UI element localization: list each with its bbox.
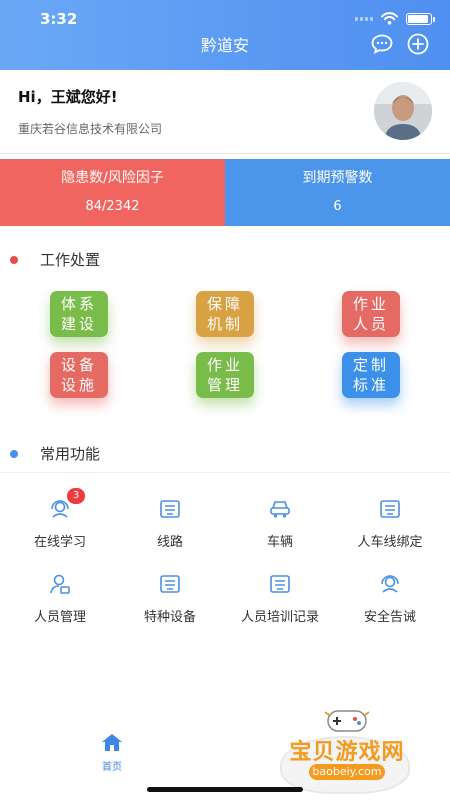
- company-name: 重庆若谷信息技术有限公司: [18, 122, 163, 136]
- battery-icon: [406, 12, 435, 25]
- tile-line: 机制: [206, 315, 243, 333]
- func-label: 安全告诫: [363, 610, 416, 625]
- status-time: 3:32: [40, 10, 78, 28]
- tile-line: 标准: [352, 376, 389, 394]
- plus-circle-icon[interactable]: [406, 32, 430, 56]
- tile-line: 保障: [206, 295, 243, 313]
- func-training-records[interactable]: 人员培训记录: [224, 572, 336, 625]
- user-manage-icon: [50, 574, 70, 594]
- nav-home[interactable]: 首页: [92, 732, 132, 773]
- func-special-equipment[interactable]: 特种设备: [114, 572, 226, 625]
- func-label: 人员管理: [33, 610, 86, 625]
- profile-card: Hi，王斌您好! 重庆若谷信息技术有限公司: [0, 70, 450, 154]
- func-label: 人车线绑定: [357, 535, 423, 550]
- work-section-header: 工作处置: [10, 249, 100, 270]
- stats-bar: 隐患数/风险因子 84/2342 到期预警数 6: [0, 159, 450, 226]
- func-person-vehicle-route-binding[interactable]: 人车线绑定: [334, 497, 446, 550]
- tile-custom-standard[interactable]: 定制 标准: [342, 352, 400, 398]
- watermark-text: 宝贝游戏网: [289, 740, 405, 765]
- avatar[interactable]: [374, 82, 432, 140]
- tile-line: 设施: [60, 376, 97, 394]
- tile-line: 管理: [206, 376, 243, 394]
- tile-equipment-facilities[interactable]: 设备 设施: [50, 352, 108, 398]
- tile-system-building[interactable]: 体系 建设: [50, 291, 108, 337]
- expiry-warning-value: 6: [333, 199, 342, 214]
- greeting-text: Hi，王斌您好!: [18, 88, 118, 106]
- tile-line: 体系: [60, 295, 97, 313]
- home-indicator: [147, 787, 303, 792]
- nav-home-label: 首页: [102, 762, 122, 773]
- func-label: 人员培训记录: [240, 610, 319, 625]
- section-dot: [10, 255, 18, 264]
- section-title: 常用功能: [40, 445, 101, 463]
- expiry-warning-label: 到期预警数: [302, 170, 373, 186]
- hazard-risk-value: 84/2342: [85, 199, 140, 214]
- watermark: 宝贝游戏网 baobeiy.com: [272, 700, 422, 794]
- tile-line: 作业: [352, 295, 389, 313]
- tile-operation-management[interactable]: 作业 管理: [196, 352, 254, 398]
- home-icon: [102, 734, 122, 751]
- chat-bubble-icon[interactable]: [370, 32, 394, 56]
- car-icon: [270, 501, 290, 518]
- safety-warning-icon: [381, 575, 399, 593]
- tile-line: 人员: [352, 315, 389, 333]
- notification-badge: 3: [67, 488, 85, 504]
- hazard-risk-label: 隐患数/风险因子: [61, 170, 164, 186]
- func-personnel-management[interactable]: 人员管理: [4, 572, 116, 625]
- tile-guarantee-mechanism[interactable]: 保障 机制: [196, 291, 254, 337]
- watermark-url: baobeiy.com: [309, 764, 385, 780]
- tile-line: 定制: [352, 356, 389, 374]
- wifi-icon: [381, 12, 398, 25]
- training-record-icon: [270, 575, 290, 593]
- func-route[interactable]: 线路: [114, 497, 226, 550]
- func-label: 线路: [156, 535, 183, 550]
- app-header: 3:32 黔道安: [0, 0, 450, 70]
- tile-operation-personnel[interactable]: 作业 人员: [342, 291, 400, 337]
- binding-icon: [380, 500, 400, 518]
- section-divider: [0, 472, 450, 473]
- special-equipment-icon: [160, 575, 180, 593]
- signal-icon: [355, 16, 373, 21]
- func-label: 在线学习: [33, 535, 86, 550]
- func-safety-warning[interactable]: 安全告诫: [334, 572, 446, 625]
- tile-line: 作业: [206, 356, 243, 374]
- tile-line: 建设: [60, 315, 97, 333]
- func-label: 车辆: [266, 535, 293, 550]
- section-dot: [10, 449, 18, 458]
- func-label: 特种设备: [143, 610, 196, 625]
- section-title: 工作处置: [40, 251, 101, 269]
- gamepad-icon: [324, 710, 370, 732]
- common-section-header: 常用功能: [10, 443, 100, 464]
- hazard-risk-stat[interactable]: 隐患数/风险因子 84/2342: [0, 159, 225, 226]
- expiry-warning-stat[interactable]: 到期预警数 6: [225, 159, 450, 226]
- func-vehicle[interactable]: 车辆: [224, 497, 336, 550]
- avatar-photo: [374, 82, 432, 140]
- battery-level: [408, 14, 428, 23]
- route-icon: [160, 500, 180, 518]
- status-icons: [355, 12, 435, 25]
- tile-line: 设备: [60, 356, 97, 374]
- func-online-learning[interactable]: 3 在线学习: [4, 488, 116, 550]
